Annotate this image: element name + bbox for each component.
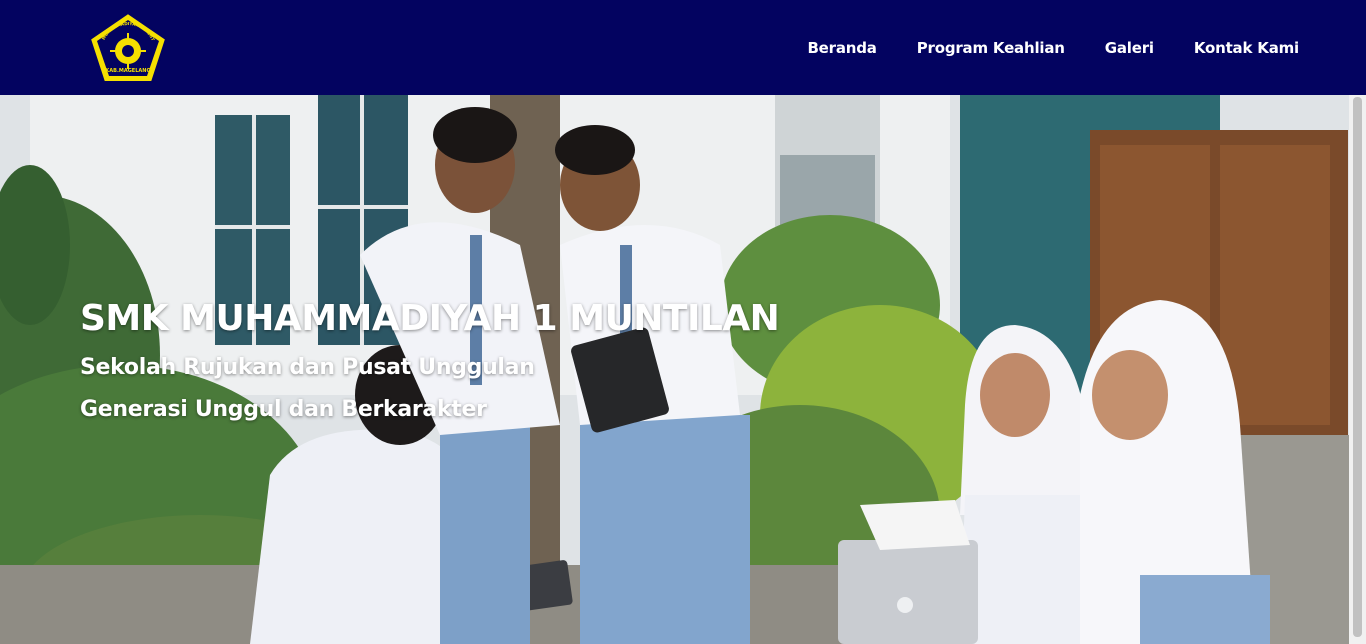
top-navbar: KAB.MAGELANG SMK MUHAMMADIYAH 1 MUNTILAN… — [0, 0, 1366, 95]
nav-kontak-kami[interactable]: Kontak Kami — [1194, 39, 1299, 57]
scrollbar-thumb[interactable] — [1353, 97, 1362, 637]
logo-text-bottom: KAB.MAGELANG — [105, 68, 150, 74]
main-nav: Beranda Program Keahlian Galeri Kontak K… — [807, 0, 1299, 95]
nav-galeri[interactable]: Galeri — [1105, 39, 1154, 57]
hero-text-block: SMK MUHAMMADIYAH 1 MUNTILAN Sekolah Ruju… — [80, 295, 780, 431]
school-logo-icon[interactable]: KAB.MAGELANG SMK MUHAMMADIYAH 1 MUNTILAN — [88, 11, 168, 84]
hero-subtitle-1: Sekolah Rujukan dan Pusat Unggulan — [80, 355, 535, 380]
hero-subtitle-2: Generasi Unggul dan Berkarakter — [80, 397, 487, 422]
hero-banner: SMK MUHAMMADIYAH 1 MUNTILAN Sekolah Ruju… — [0, 95, 1349, 644]
vertical-scrollbar[interactable] — [1349, 95, 1366, 644]
hero-title: SMK MUHAMMADIYAH 1 MUNTILAN — [80, 298, 780, 339]
nav-program-keahlian[interactable]: Program Keahlian — [917, 39, 1065, 57]
nav-beranda[interactable]: Beranda — [807, 39, 876, 57]
